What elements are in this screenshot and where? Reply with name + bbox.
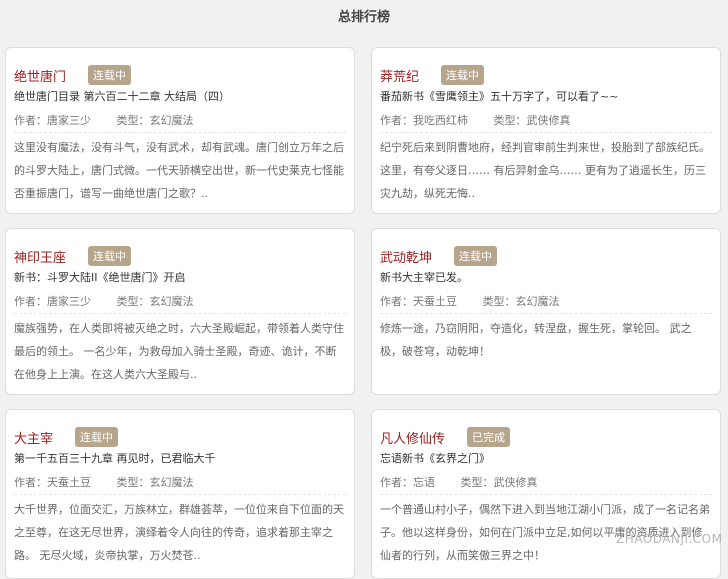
author-name: 我吃西红柿	[413, 114, 468, 127]
latest-update-link[interactable]: 忘语新书《玄界之门》	[380, 450, 490, 466]
status-badge: 连载中	[454, 246, 498, 266]
divider	[380, 494, 712, 495]
type-label: 类型：	[116, 295, 150, 308]
latest-update-link[interactable]: 新书大主宰已发。	[380, 269, 468, 285]
type-label: 类型：	[493, 114, 527, 127]
book-description: 大千世界，位面交汇，万族林立，群雄荟萃，一位位来自下位面的天之至尊，在这无尽世界…	[14, 503, 344, 562]
author-name: 唐家三少	[47, 295, 91, 308]
status-badge: 连载中	[441, 65, 485, 85]
divider	[14, 132, 346, 133]
author-name: 唐家三少	[47, 114, 91, 127]
book-meta: 作者：天蚕土豆 类型：玄幻魔法	[380, 293, 560, 309]
latest-update-link[interactable]: 第一千五百三十九章 再见时，已君临大千	[14, 450, 216, 466]
book-type: 武侠修真	[526, 114, 571, 127]
book-title-row: 绝世唐门 连载中	[14, 64, 132, 86]
author-label: 作者：	[380, 476, 413, 489]
status-badge: 已完成	[467, 427, 511, 447]
book-type: 武侠修真	[493, 476, 538, 489]
book-description: 魔族强势，在人类即将被灭绝之时，六大圣殿崛起，带领着人类守住最后的领土。 一名少…	[14, 322, 344, 381]
book-title-link[interactable]: 武动乾坤	[380, 247, 432, 266]
book-card[interactable]: 大主宰 连载中 第一千五百三十九章 再见时，已君临大千 作者：天蚕土豆 类型：玄…	[5, 409, 355, 579]
latest-update-link[interactable]: 绝世唐门目录 第六百二十二章 大结局（四）	[14, 88, 230, 104]
latest-update-link[interactable]: 番茄新书《雪鹰领主》五十万字了，可以看了~~	[380, 88, 618, 104]
book-meta: 作者：天蚕土豆 类型：玄幻魔法	[14, 474, 194, 490]
type-label: 类型：	[482, 295, 516, 308]
status-badge: 连载中	[88, 65, 132, 85]
book-title-row: 大主宰 连载中	[14, 426, 119, 448]
ranking-header: 总排行榜	[0, 0, 728, 30]
book-title-link[interactable]: 神印王座	[14, 247, 66, 266]
site-watermark: ZHAODANJI.COM	[616, 532, 723, 546]
latest-update-link[interactable]: 新书：斗罗大陆II《绝世唐门》开启	[14, 269, 186, 285]
book-title-link[interactable]: 凡人修仙传	[380, 428, 445, 447]
book-type: 玄幻魔法	[149, 295, 194, 308]
book-meta: 作者：唐家三少 类型：玄幻魔法	[14, 112, 194, 128]
book-meta: 作者：唐家三少 类型：玄幻魔法	[14, 293, 194, 309]
status-badge: 连载中	[75, 427, 119, 447]
type-label: 类型：	[116, 476, 150, 489]
author-label: 作者：	[14, 476, 47, 489]
book-title-row: 凡人修仙传 已完成	[380, 426, 511, 448]
divider	[380, 313, 712, 314]
author-name: 天蚕土豆	[413, 295, 457, 308]
book-card[interactable]: 绝世唐门 连载中 绝世唐门目录 第六百二十二章 大结局（四） 作者：唐家三少 类…	[5, 47, 355, 214]
divider	[380, 132, 712, 133]
book-card[interactable]: 武动乾坤 连载中 新书大主宰已发。 作者：天蚕土豆 类型：玄幻魔法 修炼一途，乃…	[371, 228, 721, 395]
type-label: 类型：	[460, 476, 494, 489]
author-label: 作者：	[380, 295, 413, 308]
book-title-link[interactable]: 莽荒纪	[380, 66, 419, 85]
book-card[interactable]: 莽荒纪 连载中 番茄新书《雪鹰领主》五十万字了，可以看了~~ 作者：我吃西红柿 …	[371, 47, 721, 214]
book-description: 这里没有魔法，没有斗气，没有武术，却有武魂。唐门创立万年之后的斗罗大陆上，唐门式…	[14, 141, 344, 200]
status-badge: 连载中	[88, 246, 132, 266]
page-title: 总排行榜	[337, 10, 390, 25]
book-title-row: 莽荒纪 连载中	[380, 64, 485, 86]
book-title-link[interactable]: 绝世唐门	[14, 66, 66, 85]
book-description: 纪宁死后来到阴曹地府，经判官审前生判来世，投胎到了部族纪氏。 这里，有夸父逐日……	[380, 141, 710, 200]
book-title-link[interactable]: 大主宰	[14, 428, 53, 447]
book-title-row: 神印王座 连载中	[14, 245, 132, 267]
author-label: 作者：	[14, 114, 47, 127]
book-card[interactable]: 凡人修仙传 已完成 忘语新书《玄界之门》 作者：忘语 类型：武侠修真 一个普通山…	[371, 409, 721, 579]
book-type: 玄幻魔法	[149, 114, 194, 127]
author-name: 忘语	[413, 476, 435, 489]
author-name: 天蚕土豆	[47, 476, 91, 489]
book-type: 玄幻魔法	[515, 295, 560, 308]
book-description: 修炼一途，乃窃阴阳，夺造化，转涅盘，握生死，掌轮回。 武之极，破苍穹，动乾坤！	[380, 322, 692, 358]
book-meta: 作者：我吃西红柿 类型：武侠修真	[380, 112, 571, 128]
divider	[14, 494, 346, 495]
book-meta: 作者：忘语 类型：武侠修真	[380, 474, 538, 490]
author-label: 作者：	[380, 114, 413, 127]
author-label: 作者：	[14, 295, 47, 308]
type-label: 类型：	[116, 114, 150, 127]
divider	[14, 313, 346, 314]
book-title-row: 武动乾坤 连载中	[380, 245, 498, 267]
book-card[interactable]: 神印王座 连载中 新书：斗罗大陆II《绝世唐门》开启 作者：唐家三少 类型：玄幻…	[5, 228, 355, 395]
book-type: 玄幻魔法	[149, 476, 194, 489]
